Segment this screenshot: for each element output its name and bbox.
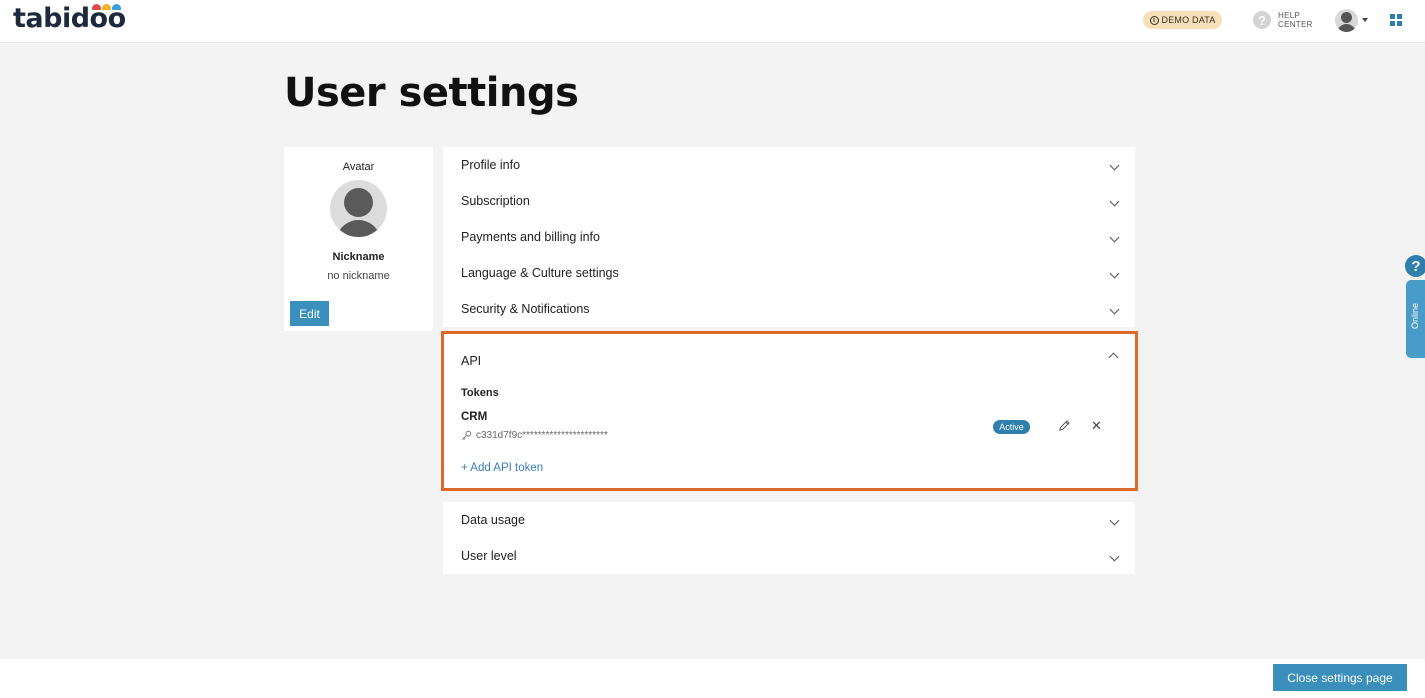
- nickname-label: Nickname: [332, 251, 385, 263]
- page-title: User settings: [284, 70, 579, 116]
- chevron-down-icon: [1109, 304, 1120, 315]
- section-title[interactable]: API: [461, 354, 481, 368]
- chevron-down-icon: [1109, 268, 1120, 279]
- chevron-down-icon: [1109, 232, 1120, 243]
- avatar-label: Avatar: [342, 161, 375, 173]
- side-help-icon[interactable]: ?: [1405, 255, 1425, 277]
- edit-button[interactable]: Edit: [290, 301, 329, 326]
- section-user-level[interactable]: User level: [443, 538, 1135, 574]
- key-icon: [462, 430, 472, 440]
- edit-token-pencil-icon[interactable]: [1058, 419, 1071, 432]
- help-center-link[interactable]: ? HELP CENTER: [1253, 11, 1313, 29]
- chevron-down-icon: [1109, 160, 1120, 171]
- caret-down-icon[interactable]: [1362, 18, 1368, 22]
- section-payments[interactable]: Payments and billing info: [443, 219, 1135, 255]
- settings-accordion-top: Profile info Subscription Payments and b…: [443, 147, 1135, 327]
- section-api: API Tokens CRM c331d7f9c****************…: [441, 331, 1138, 491]
- settings-accordion-bottom: Data usage User level: [443, 502, 1135, 574]
- apps-grid-icon[interactable]: [1390, 14, 1402, 26]
- footer-bar: Close settings page: [0, 659, 1425, 698]
- section-subscription[interactable]: Subscription: [443, 183, 1135, 219]
- help-label-line2: CENTER: [1278, 20, 1313, 29]
- token-key: c331d7f9c**********************: [461, 430, 608, 441]
- token-key-value: c331d7f9c**********************: [476, 430, 608, 441]
- help-label-line1: HELP: [1278, 11, 1301, 20]
- chevron-down-icon: [1109, 515, 1120, 526]
- nickname-value: no nickname: [327, 270, 390, 282]
- chevron-up-icon[interactable]: [1108, 352, 1119, 363]
- online-label: Online: [1410, 303, 1420, 330]
- top-bar: tabidoo i DEMO DATA ? HELP CENTER: [0, 0, 1425, 43]
- section-title: Payments and billing info: [461, 230, 600, 244]
- section-profile-info[interactable]: Profile info: [443, 147, 1135, 183]
- logo-accent: [91, 4, 121, 12]
- help-center-label: HELP CENTER: [1278, 11, 1313, 29]
- section-title: Language & Culture settings: [461, 266, 619, 280]
- add-api-token-link[interactable]: + Add API token: [461, 462, 543, 474]
- section-title: User level: [461, 549, 517, 563]
- question-icon: ?: [1253, 11, 1271, 29]
- user-menu-avatar[interactable]: [1335, 9, 1358, 32]
- token-name: CRM: [461, 411, 488, 423]
- avatar-card: Avatar Nickname no nickname Edit: [284, 147, 433, 331]
- delete-token-close-icon[interactable]: ✕: [1091, 418, 1102, 434]
- app-logo[interactable]: tabidoo: [13, 4, 126, 34]
- demo-data-badge[interactable]: i DEMO DATA: [1143, 11, 1222, 29]
- info-icon: i: [1149, 15, 1159, 25]
- section-title: Subscription: [461, 194, 530, 208]
- section-title: Security & Notifications: [461, 302, 590, 316]
- demo-data-label: DEMO DATA: [1161, 15, 1216, 25]
- tokens-heading: Tokens: [461, 387, 499, 399]
- section-language[interactable]: Language & Culture settings: [443, 255, 1135, 291]
- user-avatar-icon: [330, 180, 387, 237]
- token-status-badge: Active: [993, 420, 1030, 434]
- section-data-usage[interactable]: Data usage: [443, 502, 1135, 538]
- section-title: Data usage: [461, 513, 525, 527]
- section-security[interactable]: Security & Notifications: [443, 291, 1135, 327]
- chevron-down-icon: [1109, 551, 1120, 562]
- section-title: Profile info: [461, 158, 521, 172]
- close-settings-button[interactable]: Close settings page: [1273, 664, 1407, 691]
- chevron-down-icon: [1109, 196, 1120, 207]
- online-chat-tab[interactable]: Online: [1406, 280, 1425, 358]
